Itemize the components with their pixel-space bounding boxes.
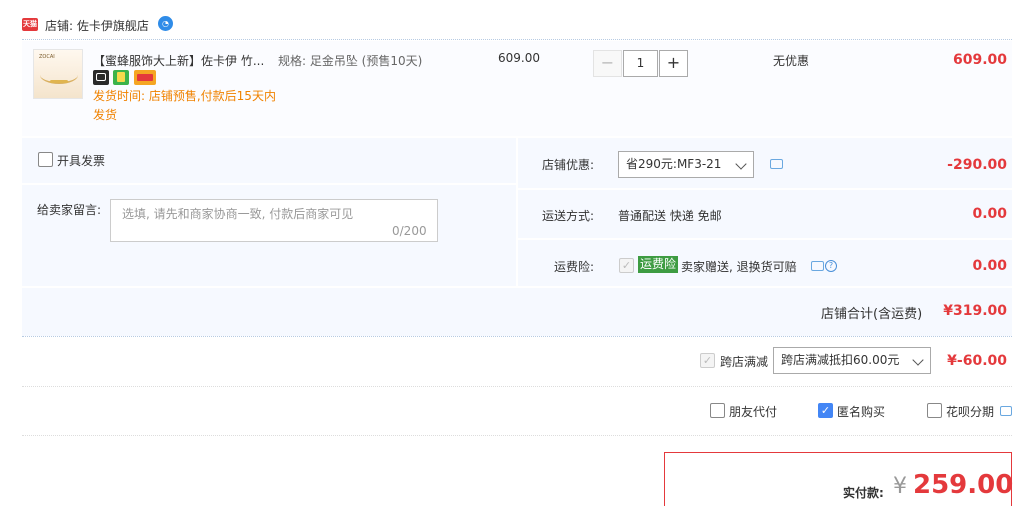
shop-discount-select[interactable]: 省290元:MF3-21 [618,151,754,178]
insurance-amount: 0.00 [972,258,1007,274]
cross-store-select[interactable]: 跨店满减抵扣60.00元 [773,347,931,374]
thumb-brand: ZOCAI [39,54,55,60]
cross-store-amount: ¥-60.00 [947,353,1007,369]
divider [22,336,1012,337]
product-spec: 规格: 足金吊坠 (预售10天) [278,54,423,68]
guarantee-icon[interactable] [113,70,129,85]
tmall-badge: 天猫 [22,18,38,31]
chevron-down-icon [735,158,747,170]
huabei-label: 花呗分期 [946,405,995,419]
divider [22,386,1012,387]
shipping-time-note: 发货时间: 店铺预售,付款后15天内发货 [93,89,276,122]
tmall-cat-icon[interactable] [93,70,109,85]
currency-symbol: ¥ [893,474,907,499]
help-icon[interactable]: ? [825,260,837,272]
invoice-label: 开具发票 [57,154,106,168]
payment-amount: 259.00 [913,470,1014,500]
chevron-down-icon [912,354,924,366]
huabei-checkbox[interactable] [927,403,942,418]
divider [22,435,1012,436]
quantity-decrease-button[interactable]: − [593,50,622,77]
quantity-input[interactable]: 1 [623,50,658,77]
message-label: 给卖家留言: [37,203,102,217]
shop-discount-value: 省290元:MF3-21 [626,157,722,171]
anonymous-label: 匿名购买 [837,405,886,419]
item-discount: 无优惠 [773,54,810,68]
divider [22,39,1012,40]
shipping-value: 普通配送 快递 免邮 [618,209,722,223]
quantity-increase-button[interactable]: + [659,50,688,77]
product-thumbnail[interactable]: ZOCAI [33,49,83,99]
chat-icon[interactable] [811,261,824,271]
anonymous-checkbox[interactable]: ✓ [818,403,833,418]
message-char-count: 0/200 [392,224,427,238]
friend-pay-checkbox[interactable] [710,403,725,418]
invoice-checkbox[interactable] [38,152,53,167]
cross-store-checkbox: ✓ [700,353,715,368]
insurance-tag: 运费险 [638,256,679,273]
payment-label: 实付款: [843,486,884,500]
unit-price: 609.00 [498,51,540,65]
shop-discount-label: 店铺优惠: [542,158,595,172]
message-placeholder: 选填, 请先和商家协商一致, 付款后商家可见 [122,207,354,221]
divider [518,238,1012,240]
shop-discount-amount: -290.00 [947,157,1007,173]
shop-total-label: 店铺合计(含运费) [821,307,923,322]
chat-bubble-icon[interactable]: ◔ [158,16,173,31]
chat-icon[interactable] [1000,406,1012,416]
insurance-label: 运费险: [554,260,595,274]
shop-total-amount: ¥319.00 [943,303,1007,319]
pendant-bar [50,80,68,83]
cross-store-value: 跨店满减抵扣60.00元 [781,353,900,367]
insurance-checkbox: ✓ [619,258,634,273]
item-total-price: 609.00 [952,52,1007,68]
shipping-amount: 0.00 [972,206,1007,222]
card-pay-icon[interactable] [134,70,156,85]
shipping-label: 运送方式: [542,209,595,223]
friend-pay-label: 朋友代付 [729,405,778,419]
chat-icon[interactable] [770,159,783,169]
cross-store-label: 跨店满减 [720,355,769,369]
product-title[interactable]: 【蜜蜂服饰大上新】佐卡伊 竹... [93,52,273,69]
divider [518,188,1012,190]
shop-name[interactable]: 店铺: 佐卡伊旗舰店 [45,17,149,34]
insurance-text: 卖家赠送, 退换货可赔 [681,260,797,274]
divider [22,183,516,185]
